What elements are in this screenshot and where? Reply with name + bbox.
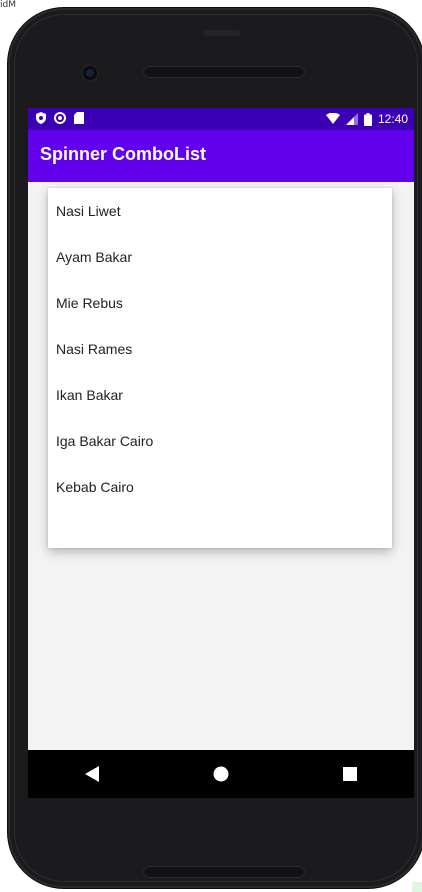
dropdown-item[interactable]: Kebab Cairo	[48, 464, 392, 510]
home-icon	[213, 766, 229, 782]
dropdown-item[interactable]: Ayam Bakar	[48, 234, 392, 280]
circle-icon	[54, 112, 66, 124]
dropdown-item[interactable]: Nasi Liwet	[48, 188, 392, 234]
recents-button[interactable]	[320, 750, 380, 798]
back-button[interactable]	[62, 750, 122, 798]
app-title: Spinner ComboList	[40, 144, 206, 164]
top-slot	[204, 30, 240, 36]
corner-indicator	[412, 882, 422, 892]
status-right-icons: 12:40	[325, 112, 408, 126]
signal-icon	[345, 113, 358, 125]
bottom-speaker	[143, 866, 305, 878]
shield-icon	[36, 112, 46, 124]
sd-card-icon	[74, 112, 84, 124]
device-screen: 12:40 Spinner ComboList Nasi Liwet Ayam …	[28, 108, 414, 750]
app-bar: Spinner ComboList	[28, 130, 414, 182]
dropdown-item[interactable]: Mie Rebus	[48, 280, 392, 326]
dropdown-item[interactable]: Ikan Bakar	[48, 372, 392, 418]
spinner-dropdown-list: Nasi Liwet Ayam Bakar Mie Rebus Nasi Ram…	[48, 188, 392, 548]
status-time: 12:40	[377, 112, 408, 126]
wifi-icon	[325, 113, 340, 124]
status-bar: 12:40	[28, 108, 414, 130]
front-camera	[81, 64, 99, 82]
dropdown-item[interactable]: Nasi Rames	[48, 326, 392, 372]
battery-icon	[363, 112, 372, 126]
navigation-bar	[28, 750, 414, 798]
earpiece-speaker	[143, 66, 305, 78]
home-button[interactable]	[191, 750, 251, 798]
back-icon	[85, 766, 100, 782]
dropdown-item[interactable]: Iga Bakar Cairo	[48, 418, 392, 464]
content-area: Nasi Liwet Ayam Bakar Mie Rebus Nasi Ram…	[28, 182, 414, 750]
recents-icon	[342, 767, 357, 781]
status-left-icons	[36, 112, 84, 124]
emulator-corner-label: idM	[0, 0, 16, 10]
